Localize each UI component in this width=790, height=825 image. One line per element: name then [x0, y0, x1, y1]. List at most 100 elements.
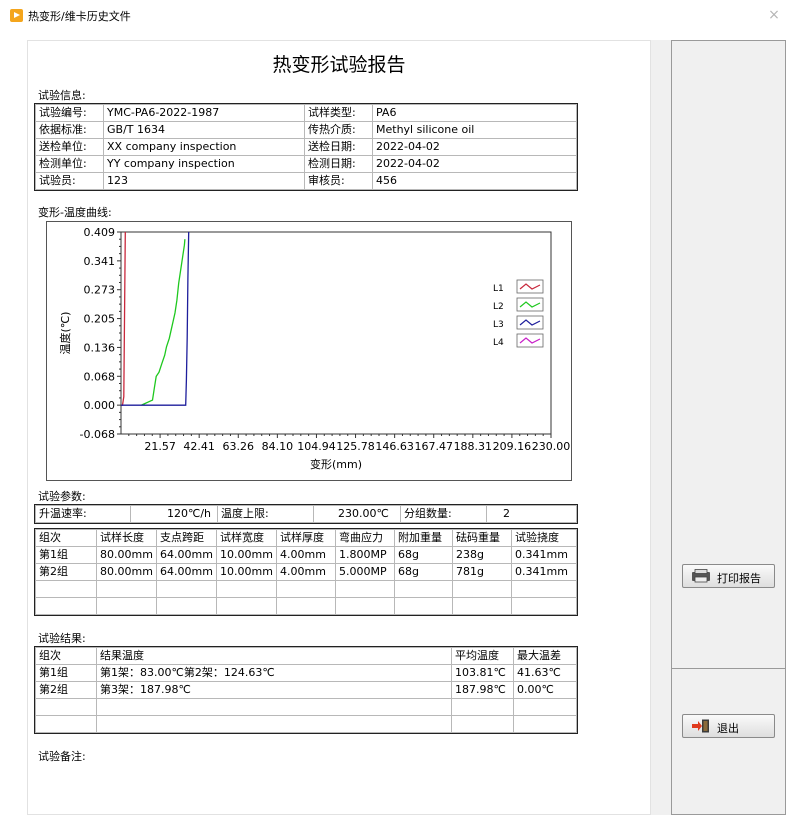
table-cell: [452, 597, 512, 615]
column-header: 试样长度: [96, 529, 157, 547]
y-tick-label: 0.205: [84, 313, 116, 326]
table-cell: 0.00℃: [513, 681, 577, 699]
legend-swatch-box: [516, 315, 544, 330]
table-cell: [452, 580, 512, 598]
table-cell: [35, 698, 97, 716]
info-row: 依据标准: GB/T 1634 传热介质: Methyl silicone oil: [35, 121, 577, 139]
table-cell: [511, 580, 577, 598]
column-header: 平均温度: [451, 647, 514, 665]
table-cell: 120℃/h: [130, 505, 218, 523]
table-cell: 68g: [394, 546, 453, 564]
results-table: 组次 结果温度 平均温度 最大温差 第1组 第1架：83.00℃第2架：124.63℃ 10…: [34, 646, 578, 734]
table-cell: PA6: [372, 104, 577, 122]
report-title: 热变形试验报告: [272, 54, 406, 76]
table-cell: 187.98℃: [451, 681, 514, 699]
table-cell: 分组数量:: [400, 505, 487, 523]
table-cell: 10.00mm: [216, 563, 277, 581]
table-cell: Methyl silicone oil: [372, 121, 577, 139]
table-cell: 64.00mm: [156, 563, 217, 581]
x-tick-label: 125.78: [336, 440, 375, 453]
column-header: 组次: [35, 529, 97, 547]
x-axis-label: 变形(mm): [310, 457, 362, 471]
legend-label: L2: [493, 302, 504, 312]
table-cell: [451, 715, 514, 733]
y-tick-label: 0.068: [84, 370, 116, 383]
column-header: 试验挠度: [511, 529, 577, 547]
y-tick-label: 0.273: [84, 284, 116, 297]
column-header: 最大温差: [513, 647, 577, 665]
table-cell: 456: [372, 172, 577, 190]
table-row: 第1组 第1架：83.00℃第2架：124.63℃ 103.81℃ 41.63℃: [35, 664, 577, 682]
column-header: 组次: [35, 647, 97, 665]
table-cell: 80.00mm: [96, 546, 157, 564]
table-cell: [156, 597, 217, 615]
info-table: 试验编号: YMC-PA6-2022-1987 试样类型: PA6 依据标准: GB/T …: [34, 103, 578, 191]
table-cell: [335, 580, 395, 598]
table-cell: 试验编号:: [35, 104, 104, 122]
app-icon: [10, 9, 23, 22]
table-cell: YY company inspection: [103, 155, 305, 173]
table-cell: 依据标准:: [35, 121, 104, 139]
legend-swatch-box: [516, 297, 544, 312]
close-button[interactable]: ×: [762, 5, 786, 25]
table-cell: [216, 580, 277, 598]
x-tick-label: 167.47: [414, 440, 453, 453]
x-tick-label: 42.41: [183, 440, 215, 453]
side-panel: [671, 40, 786, 815]
table-cell: [216, 597, 277, 615]
table-cell: [96, 715, 452, 733]
table-cell: 238g: [452, 546, 512, 564]
table-cell: [35, 580, 97, 598]
scrollbar-track[interactable]: [651, 40, 671, 815]
table-cell: 2022-04-02: [372, 138, 577, 156]
table-row: 第2组 80.00mm 64.00mm 10.00mm 4.00mm 5.000MP 68g…: [35, 563, 577, 581]
table-cell: [511, 597, 577, 615]
column-header: 砝码重量: [452, 529, 512, 547]
legend-swatch-box: [516, 333, 544, 348]
remarks-section-label: 试验备注:: [38, 750, 86, 763]
column-header: 支点跨距: [156, 529, 217, 547]
deformation-temperature-chart: 21.57 42.41 63.26 84.10 104.94 125.78 146.63 16…: [46, 221, 572, 481]
table-cell: [513, 698, 577, 716]
y-tick-label: -0.068: [80, 428, 115, 441]
y-tick-label: 0.000: [84, 399, 116, 412]
exit-button[interactable]: 退出: [682, 714, 775, 738]
table-cell: [276, 580, 336, 598]
table-cell: 230.00℃: [313, 505, 401, 523]
results-section-label: 试验结果:: [38, 632, 86, 645]
table-cell: 审核员:: [304, 172, 373, 190]
table-cell: 第2组: [35, 681, 97, 699]
table-cell: 123: [103, 172, 305, 190]
y-tick-label: 0.136: [84, 341, 116, 354]
table-cell: 4.00mm: [276, 546, 336, 564]
exit-label: 退出: [717, 722, 739, 735]
table-cell: [394, 580, 453, 598]
y-axis-label: 温度(℃): [58, 312, 72, 355]
table-cell: [96, 580, 157, 598]
table-cell: [335, 597, 395, 615]
params-table: 组次 试样长度 支点跨距 试样宽度 试样厚度 弯曲应力 附加重量 砝码重量 试验挠度 第1组 80.…: [34, 528, 578, 616]
x-tick-label: 188.31: [454, 440, 493, 453]
title-bar: 热变形/维卡历史文件 ×: [0, 0, 790, 30]
table-cell: 0.341mm: [511, 563, 577, 581]
table-cell: 5.000MP: [335, 563, 395, 581]
table-cell: [394, 597, 453, 615]
legend-swatch-box: [516, 279, 544, 294]
table-cell: [276, 597, 336, 615]
table-cell: [35, 597, 97, 615]
print-report-button[interactable]: 打印报告: [682, 564, 775, 588]
params-summary-table: 升温速率: 120℃/h 温度上限: 230.00℃ 分组数量: 2: [34, 504, 578, 524]
table-cell: [96, 698, 452, 716]
legend-label: L3: [493, 320, 504, 330]
table-cell: 103.81℃: [451, 664, 514, 682]
table-row: [35, 715, 577, 733]
table-cell: [513, 715, 577, 733]
column-header: 试样厚度: [276, 529, 336, 547]
table-cell: 0.341mm: [511, 546, 577, 564]
table-row: [35, 597, 577, 615]
table-cell: 传热介质:: [304, 121, 373, 139]
x-tick-label: 63.26: [223, 440, 255, 453]
x-tick-label: 230.00: [532, 440, 571, 453]
chart-svg: 21.57 42.41 63.26 84.10 104.94 125.78 146.63 16…: [58, 226, 571, 471]
table-cell: 送检单位:: [35, 138, 104, 156]
